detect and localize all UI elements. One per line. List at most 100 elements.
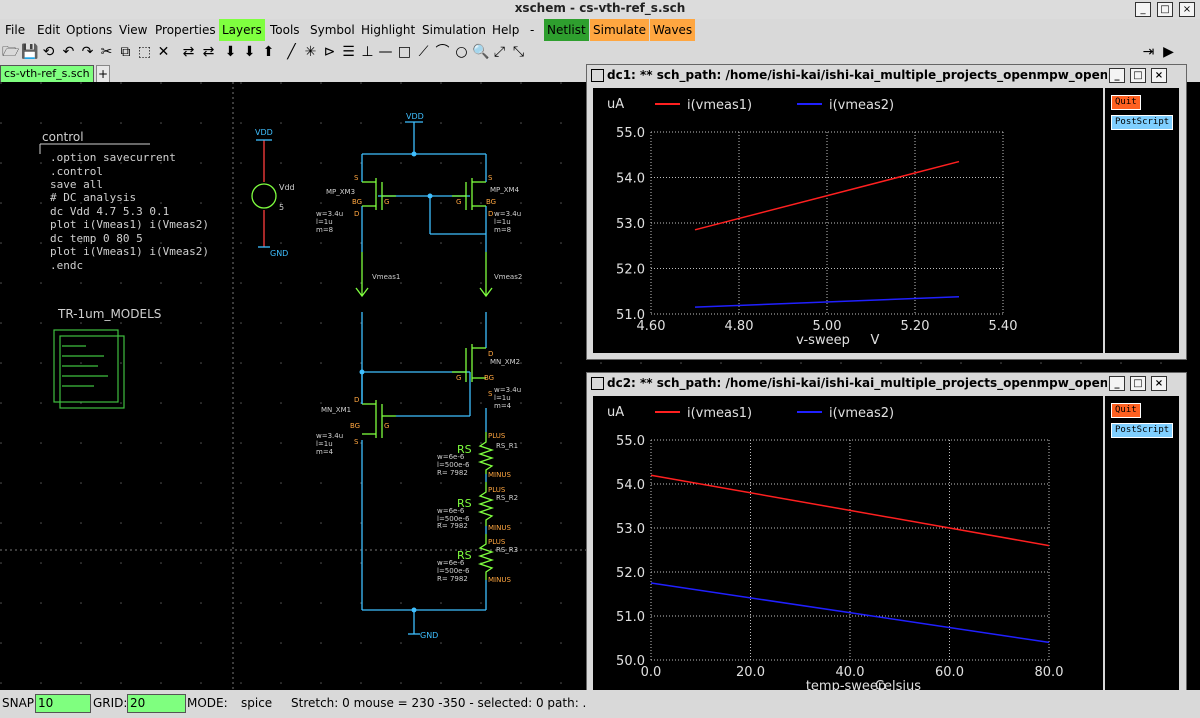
dc1-quit-button[interactable]: Quit [1111, 95, 1141, 110]
y-tick-label: 53.0 [616, 522, 645, 537]
dc2-minimize-button[interactable]: _ [1109, 376, 1125, 391]
reload-icon[interactable]: ⟲ [40, 43, 57, 62]
y-tick-label: 53.0 [616, 217, 645, 232]
down-arrow-icon[interactable]: ⬇ [222, 43, 239, 62]
add-tab-button[interactable]: + [96, 65, 110, 83]
pmos-xm3-m: m=8 [316, 226, 333, 234]
circle-icon[interactable]: ○ [453, 43, 470, 62]
dc2-side-panel: Quit PostScript [1105, 396, 1179, 697]
dc2-postscript-button[interactable]: PostScript [1111, 423, 1174, 438]
minimize-button[interactable]: _ [1135, 2, 1151, 17]
waveform-window-dc1[interactable]: dc1: ** sch_path: /home/ishi-kai/ishi-ka… [586, 64, 1187, 360]
dc1-minimize-button[interactable]: _ [1109, 68, 1125, 83]
menu-bar: File Edit Options View Properties Layers… [0, 19, 1200, 41]
x-tick-label: 4.80 [725, 319, 754, 334]
control-line: dc Vdd 4.7 5.3 0.1 [50, 205, 169, 218]
pin-icon[interactable]: ⊥ [359, 43, 376, 62]
r1-l: l=500e-6 [437, 461, 470, 469]
r3-name: RS_R3 [496, 546, 518, 554]
flip-icon[interactable]: ⇄ [200, 43, 217, 62]
menu-edit[interactable]: Edit [34, 19, 63, 41]
menu-properties[interactable]: Properties [152, 19, 219, 41]
r3-plus: PLUS [488, 538, 506, 546]
line-icon[interactable]: — [377, 43, 394, 62]
simulate-button[interactable]: Simulate [590, 19, 650, 41]
dc2-maximize-button[interactable]: □ [1130, 376, 1146, 391]
copy-icon[interactable]: ⧉ [117, 43, 134, 62]
r3-w: w=6e-6 [437, 559, 465, 567]
component-icon[interactable]: ⊳ [321, 43, 338, 62]
zoom-fit-icon[interactable]: ⤡ [510, 43, 527, 62]
netlist-button[interactable]: Netlist [544, 19, 589, 41]
dc1-postscript-button[interactable]: PostScript [1111, 115, 1174, 130]
dc2-close-button[interactable]: × [1151, 376, 1167, 391]
pmos-xm4-l: l=1u [494, 218, 511, 226]
y-tick-label: 52.0 [616, 263, 645, 278]
snap-input[interactable]: 10 [35, 694, 91, 713]
menu-file[interactable]: File [2, 19, 28, 41]
pin-label: D [488, 350, 493, 358]
select-box-icon[interactable]: ⬚ [136, 43, 153, 62]
menu-symbol[interactable]: Symbol [307, 19, 358, 41]
dc1-title: dc1: ** sch_path: /home/ishi-kai/ishi-ka… [607, 68, 1107, 82]
menu-view[interactable]: View [116, 19, 150, 41]
redo-icon[interactable]: ↷ [79, 43, 96, 62]
cut-icon[interactable]: ✂ [98, 43, 115, 62]
waves-button[interactable]: Waves [650, 19, 696, 41]
pmos-xm3-w: w=3.4u [316, 210, 343, 218]
y-tick-label: 55.0 [616, 434, 645, 449]
legend-label: i(vmeas2) [829, 98, 894, 113]
waveform-window-dc2[interactable]: dc2: ** sch_path: /home/ishi-kai/ishi-ka… [586, 372, 1187, 704]
pop-icon[interactable]: ⬆ [260, 43, 277, 62]
nmos-xm1-w: w=3.4u [316, 432, 343, 440]
wire-icon[interactable]: ╱ [283, 43, 300, 62]
y-tick-label: 51.0 [616, 610, 645, 625]
vmeas1-label: Vmeas1 [372, 273, 400, 281]
dc1-close-button[interactable]: × [1151, 68, 1167, 83]
arc-icon[interactable]: ⌒ [434, 43, 451, 62]
dc1-maximize-button[interactable]: □ [1130, 68, 1146, 83]
menu-simulation[interactable]: Simulation [419, 19, 489, 41]
pin-label: G [384, 198, 389, 206]
tab-schematic[interactable]: cs-vth-ref_s.sch [0, 65, 94, 83]
zoom-icon[interactable]: 🔍 [472, 43, 489, 62]
close-button[interactable]: × [1179, 2, 1195, 17]
r1-minus: MINUS [488, 471, 511, 479]
place-icon[interactable]: ⇄ [180, 43, 197, 62]
menu-tools[interactable]: Tools [267, 19, 303, 41]
zoom-full-icon[interactable]: ⤢ [491, 43, 508, 62]
y-tick-label: 52.0 [616, 566, 645, 581]
series-line [694, 295, 960, 308]
move-icon[interactable]: ✕ [155, 43, 172, 62]
dc1-plot[interactable]: 4.60 4.80 5.00 5.20 5.4051.052.053.054.055.0… [593, 88, 1103, 353]
menu-options[interactable]: Options [63, 19, 115, 41]
vdd-label: VDD [255, 128, 273, 137]
undo-icon[interactable]: ↶ [60, 43, 77, 62]
dc2-quit-button[interactable]: Quit [1111, 403, 1141, 418]
window-title: xschem - cs-vth-ref_s.sch [514, 1, 686, 15]
save-icon[interactable]: 💾 [21, 43, 38, 62]
mode-value: spice [241, 696, 273, 710]
grid-input[interactable]: 20 [127, 694, 186, 713]
push-icon[interactable]: ⬇ [241, 43, 258, 62]
nmos-xm1-m: m=4 [316, 448, 334, 456]
play-icon[interactable]: ▶ [1160, 43, 1177, 62]
text-icon[interactable]: ☰ [340, 43, 357, 62]
highlight-icon[interactable]: ✳ [302, 43, 319, 62]
series-line [650, 582, 1050, 644]
polygon-icon[interactable]: ⟋ [415, 43, 432, 62]
open-icon[interactable]: 🗁 [2, 43, 19, 62]
r3-l: l=500e-6 [437, 567, 470, 575]
netlist-icon[interactable]: ⇥ [1140, 43, 1157, 62]
menu-help[interactable]: Help [489, 19, 522, 41]
pin-label: BG [486, 198, 496, 206]
title-bar: xschem - cs-vth-ref_s.sch _ □ × [0, 0, 1200, 20]
menu-layers[interactable]: Layers [219, 19, 265, 41]
x-tick-label: 5.00 [813, 319, 842, 334]
control-line: dc temp 0 80 5 [50, 232, 143, 245]
rect-icon[interactable]: □ [396, 43, 413, 62]
dc1-side-panel: Quit PostScript [1105, 88, 1179, 353]
menu-highlight[interactable]: Highlight [358, 19, 418, 41]
maximize-button[interactable]: □ [1157, 2, 1173, 17]
dc2-plot[interactable]: 0.0 20.0 40.0 60.0 80.050.051.052.053.054.05… [593, 396, 1103, 697]
